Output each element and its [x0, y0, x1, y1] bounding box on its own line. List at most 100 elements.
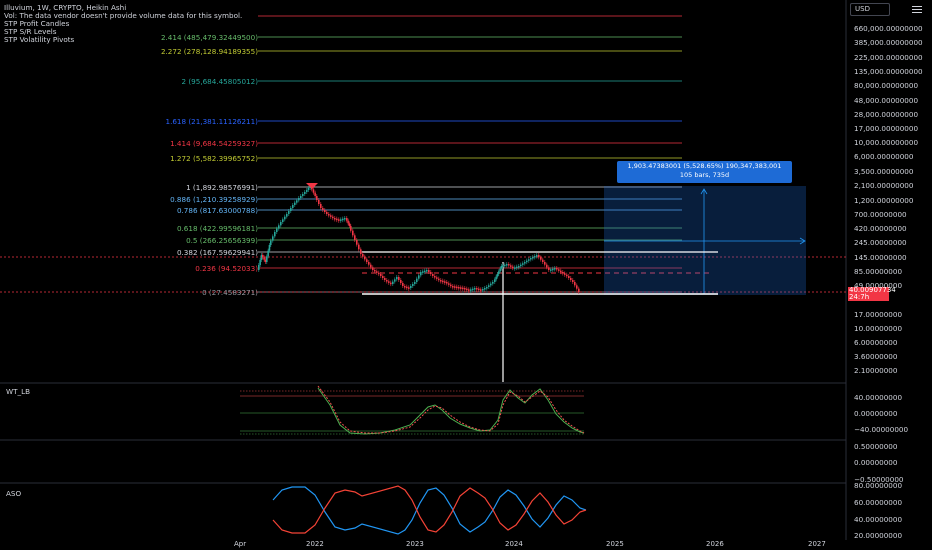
candle-body	[424, 270, 426, 273]
candle-body	[558, 269, 560, 271]
aso-axis-tick: 20.00000000	[854, 531, 903, 540]
candle-body	[306, 190, 308, 192]
candle-body	[346, 218, 348, 221]
candle-body	[276, 228, 278, 232]
candle-body	[502, 265, 504, 267]
candle-body	[548, 267, 550, 270]
candle-body	[472, 288, 474, 291]
fib-label-0: 0 (27.4583271)	[202, 288, 258, 297]
menu-icon[interactable]	[912, 6, 922, 15]
candle-body	[528, 259, 530, 261]
candle-body	[414, 282, 416, 284]
candle-body	[388, 281, 390, 283]
price-tick: 6.00000000	[854, 338, 898, 347]
price-tick: 2,100.00000000	[854, 181, 914, 190]
candle-body	[274, 232, 276, 237]
candle-body	[566, 274, 568, 277]
candle-body	[499, 268, 501, 272]
candle-body	[406, 286, 408, 289]
candle-body	[334, 218, 336, 220]
candle-body	[570, 278, 572, 280]
candle-body	[360, 249, 362, 254]
aso-axis-tick: 80.00000000	[854, 481, 903, 490]
candle-body	[542, 259, 544, 262]
candle-body	[364, 256, 366, 260]
wt-pane-title[interactable]: WT_LB	[6, 387, 30, 396]
candle-body	[396, 277, 398, 280]
candle-body	[458, 287, 460, 289]
candle-body	[400, 280, 402, 283]
candle-body	[516, 266, 518, 269]
candle-body	[404, 286, 406, 288]
candle-body	[544, 262, 546, 265]
price-tick: 3.60000000	[854, 352, 898, 361]
candle-body	[366, 259, 368, 262]
candle-body	[258, 265, 260, 270]
measure-zone[interactable]	[604, 186, 806, 295]
candle-body	[454, 286, 456, 288]
aso-pane-title[interactable]: ASO	[6, 489, 21, 498]
candle-body	[320, 204, 322, 208]
candle-body	[380, 274, 382, 276]
candle-body	[556, 268, 558, 270]
candle-body	[347, 220, 349, 224]
candle-body	[428, 270, 430, 272]
candle-body	[448, 283, 450, 285]
candle-body	[318, 200, 320, 204]
candle-body	[512, 266, 514, 269]
candlestick-series	[258, 184, 580, 294]
time-tick: 2022	[306, 540, 324, 548]
price-tick: 245.00000000	[854, 238, 907, 247]
candle-body	[562, 272, 564, 274]
candle-body	[418, 275, 420, 279]
candle-body	[476, 288, 478, 290]
candle-body	[526, 260, 528, 263]
candle-body	[294, 202, 296, 205]
candle-body	[300, 196, 302, 198]
indicator-volatility-pivots[interactable]: STP Volatility Pivots	[4, 36, 74, 44]
mid-axis-tick: 0.50000000	[854, 442, 898, 451]
candle-body	[376, 271, 378, 273]
candle-body	[470, 289, 472, 291]
candle-body	[518, 266, 520, 268]
candle-body	[266, 256, 268, 262]
candle-body	[398, 277, 400, 280]
candle-body	[402, 283, 404, 286]
candle-body	[530, 258, 532, 260]
candle-body	[534, 256, 536, 258]
candle-body	[350, 226, 352, 231]
price-tick: 10,000.00000000	[854, 138, 919, 147]
fib-label-0786: 0.786 (817.63000788)	[176, 206, 258, 215]
candle-body	[324, 210, 326, 212]
wt-line-green	[317, 387, 585, 435]
fib-label-2414: 2.414 (485,479.32449500)	[160, 33, 258, 42]
measure-tooltip[interactable]: 1,903.47383001 (5,528.65%) 190,347,383,0…	[617, 161, 792, 183]
candle-body	[408, 287, 410, 289]
candle-body	[490, 283, 492, 286]
candle-body	[488, 285, 490, 287]
candle-body	[462, 287, 464, 290]
candle-body	[436, 277, 438, 279]
candle-body	[382, 276, 384, 278]
candle-body	[480, 289, 482, 291]
candle-body	[332, 216, 334, 219]
candle-body	[314, 192, 316, 196]
time-tick: 2023	[406, 540, 424, 548]
candle-body	[536, 255, 538, 257]
fib-label-2272: 2.272 (278,128.94189355)	[160, 47, 258, 56]
candle-body	[356, 240, 358, 245]
candle-body	[422, 271, 424, 273]
currency-selector[interactable]: USD	[850, 3, 890, 16]
candle-body	[267, 250, 269, 257]
time-tick: Apr	[234, 540, 247, 548]
candle-body	[280, 222, 282, 226]
price-tick: 17.00000000	[854, 310, 903, 319]
candle-body	[286, 214, 288, 217]
candle-body	[374, 270, 376, 272]
candle-body	[532, 257, 534, 259]
fib-label-0886: 0.886 (1,210.39258929)	[170, 195, 258, 204]
candle-body	[496, 274, 499, 277]
price-tick: 2.10000000	[854, 366, 898, 375]
chart-canvas[interactable]	[0, 0, 932, 550]
candle-body	[316, 196, 318, 200]
